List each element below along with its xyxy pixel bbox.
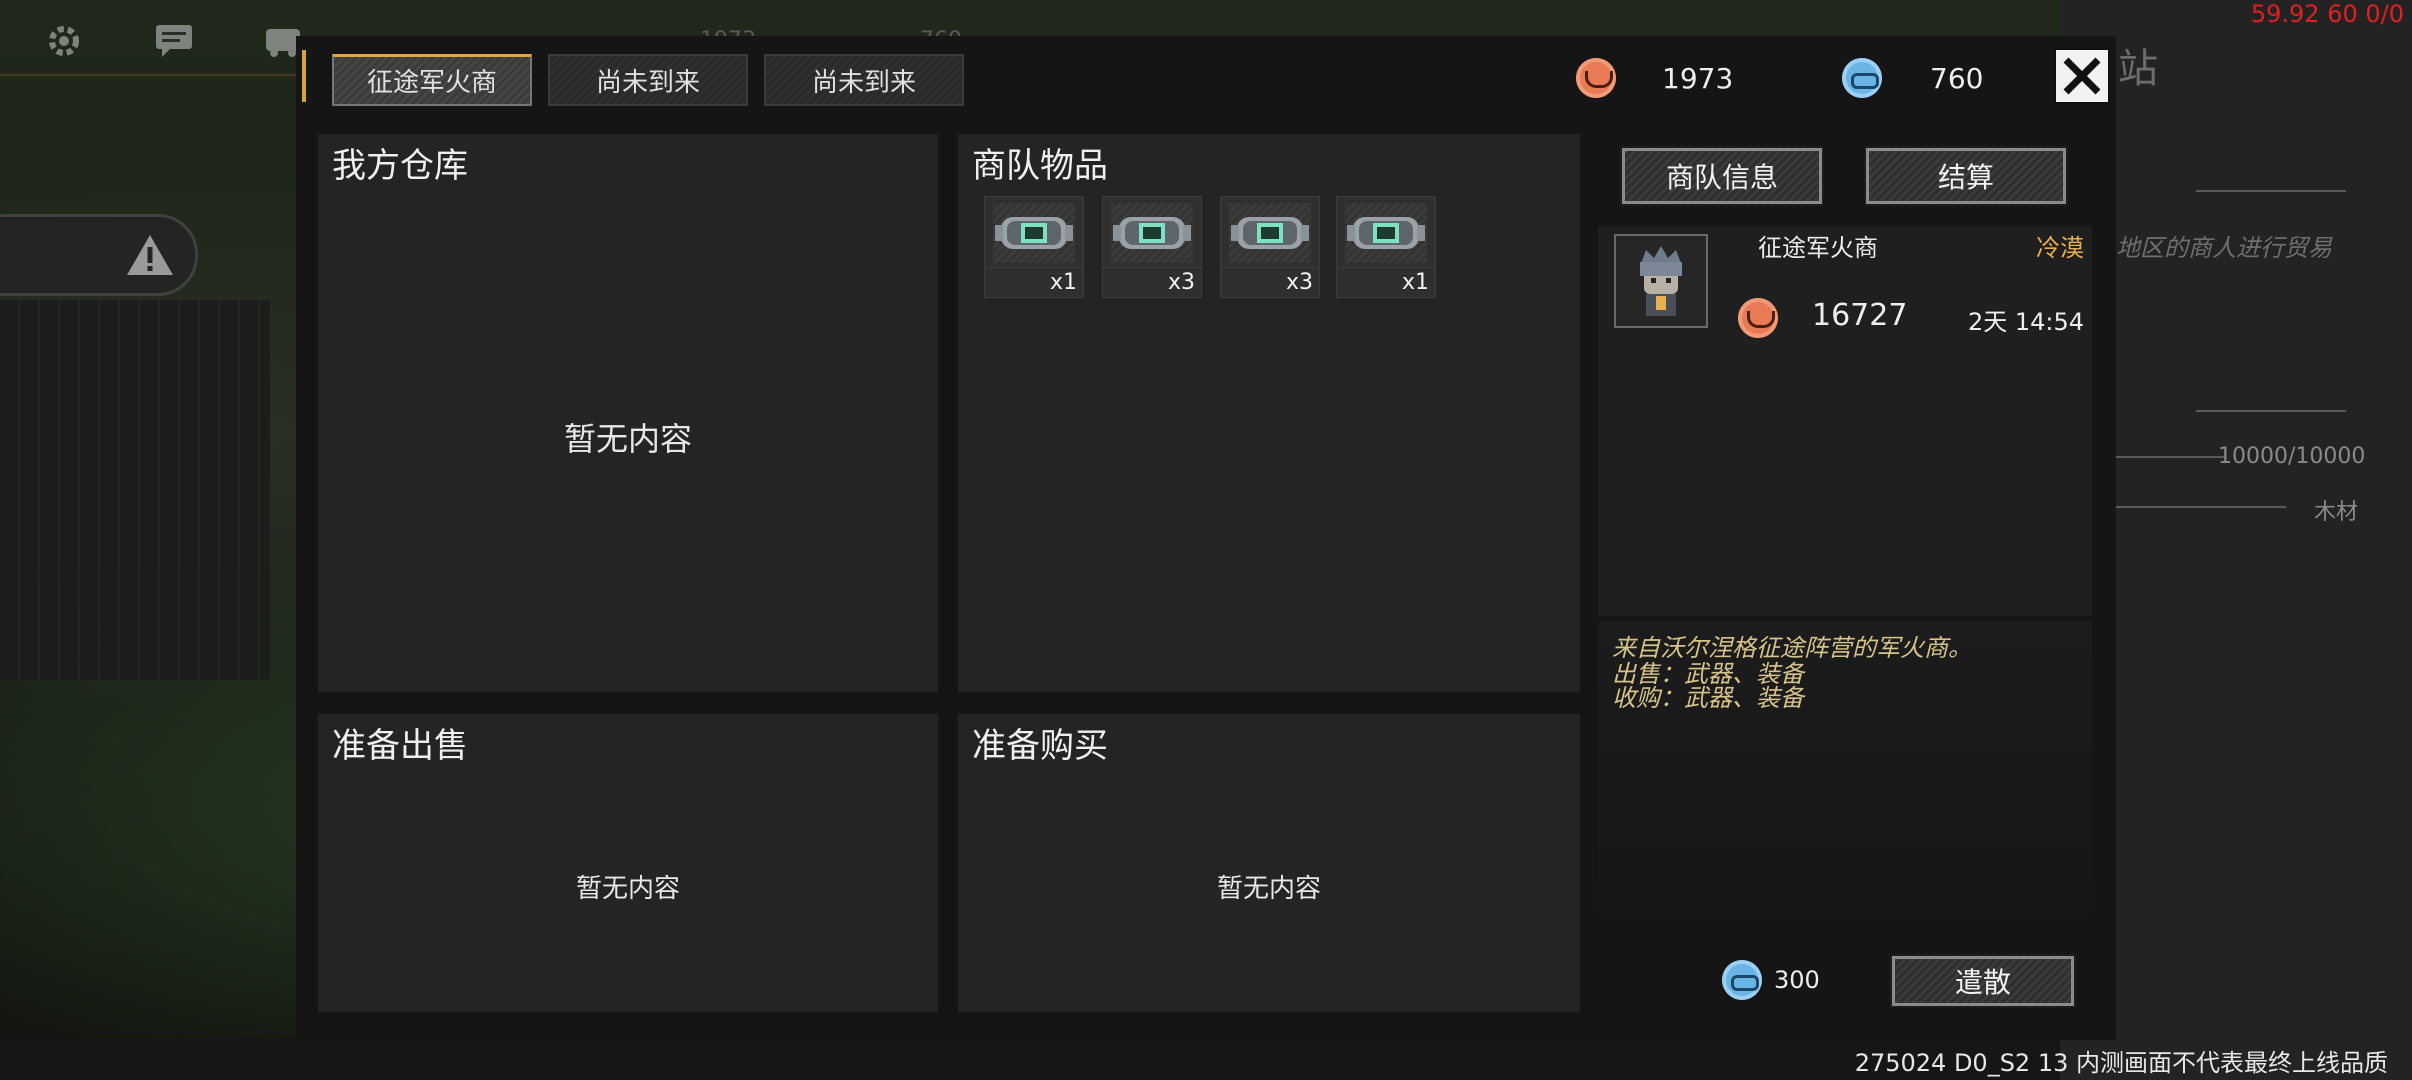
tab-caravan-2[interactable]: 尚未到来 bbox=[548, 54, 748, 106]
background-divider bbox=[2116, 456, 2226, 458]
merchant-info-card: 征途军火商 冷漠 16727 2天 14:54 bbox=[1598, 226, 2092, 616]
armor-plate-icon bbox=[1229, 203, 1311, 263]
orange-currency-value: 1973 bbox=[1662, 61, 1734, 95]
my-storage-title: 我方仓库 bbox=[332, 146, 468, 186]
build-version: 275024 D0_S2 13 内测画面不代表最终上线品质 bbox=[1854, 1049, 2388, 1077]
close-icon bbox=[2063, 57, 2101, 95]
orange-currency: 1973 bbox=[1576, 54, 1733, 102]
merchant-name: 征途军火商 bbox=[1758, 234, 1878, 262]
close-button[interactable] bbox=[2054, 48, 2110, 104]
my-storage-empty: 暂无内容 bbox=[563, 420, 692, 458]
background-station-desc: 地区的商人进行贸易 bbox=[2116, 234, 2332, 262]
armor-plate-icon bbox=[993, 203, 1075, 263]
slot-divider bbox=[1103, 267, 1201, 268]
caravan-item-slot[interactable]: x3 bbox=[1220, 196, 1320, 298]
my-storage-panel: 我方仓库 暂无内容 bbox=[318, 134, 938, 692]
to-sell-panel: 准备出售 暂无内容 bbox=[318, 714, 938, 1012]
to-buy-empty: 暂无内容 bbox=[1216, 874, 1321, 904]
orange-coin-icon bbox=[1576, 58, 1616, 98]
warning-icon[interactable] bbox=[124, 232, 176, 282]
hud-divider bbox=[0, 74, 300, 76]
caravan-info-button[interactable]: 商队信息 bbox=[1620, 146, 1824, 206]
merchant-avatar bbox=[1614, 234, 1708, 328]
caravan-item-slot[interactable]: x3 bbox=[1102, 196, 1202, 298]
slot-divider bbox=[1337, 267, 1435, 268]
caravan-item-slot[interactable]: x1 bbox=[984, 196, 1084, 298]
dismiss-cost-icon bbox=[1722, 960, 1762, 1000]
item-quantity: x3 bbox=[1167, 270, 1195, 295]
description-line: 收购：武器、装备 bbox=[1612, 684, 1804, 712]
background-divider bbox=[2196, 190, 2346, 192]
merchant-description: 来自沃尔涅格征途阵营的军火商。 出售：武器、装备 收购：武器、装备 bbox=[1598, 622, 2092, 916]
fps-counter: 59.92 60 0/0 bbox=[2250, 0, 2404, 28]
background-machinery bbox=[0, 300, 270, 680]
tab-caravan-3[interactable]: 尚未到来 bbox=[764, 54, 964, 106]
background-resource-label: 木材 bbox=[2314, 500, 2359, 525]
tab-caravan-1[interactable]: 征途军火商 bbox=[332, 54, 532, 106]
to-buy-title: 准备购买 bbox=[972, 726, 1108, 766]
armor-plate-icon bbox=[1111, 203, 1193, 263]
blue-currency-value: 760 bbox=[1930, 61, 1984, 95]
to-sell-empty: 暂无内容 bbox=[575, 874, 680, 904]
chat-icon[interactable] bbox=[146, 16, 202, 66]
blue-currency: 760 bbox=[1842, 54, 1983, 102]
slot-divider bbox=[1221, 267, 1319, 268]
to-sell-title: 准备出售 bbox=[332, 726, 468, 766]
merchant-attitude: 冷漠 bbox=[2036, 234, 2084, 262]
background-divider bbox=[2116, 506, 2286, 508]
caravan-item-slot[interactable]: x1 bbox=[1336, 196, 1436, 298]
background-station-title: 站 bbox=[2118, 46, 2158, 92]
background-capacity: 10000/10000 bbox=[2218, 444, 2366, 469]
dismiss-button[interactable]: 遣散 bbox=[1890, 954, 2076, 1008]
settle-button[interactable]: 结算 bbox=[1864, 146, 2068, 206]
dismiss-cost: 300 bbox=[1774, 966, 1820, 994]
merchant-time: 2天 14:54 bbox=[1967, 308, 2084, 336]
merchant-coin-icon bbox=[1738, 298, 1778, 338]
blue-coin-icon bbox=[1842, 58, 1882, 98]
merchant-funds: 16727 bbox=[1812, 298, 1908, 333]
item-quantity: x1 bbox=[1049, 270, 1077, 295]
settings-gear-icon[interactable] bbox=[36, 16, 92, 66]
caravan-items-title: 商队物品 bbox=[972, 146, 1108, 186]
background-divider bbox=[2196, 410, 2346, 412]
armor-plate-icon bbox=[1345, 203, 1427, 263]
item-quantity: x3 bbox=[1285, 270, 1313, 295]
tab-bar-accent bbox=[302, 50, 306, 102]
slot-divider bbox=[985, 267, 1083, 268]
item-quantity: x1 bbox=[1401, 270, 1429, 295]
to-buy-panel: 准备购买 暂无内容 bbox=[958, 714, 1580, 1012]
